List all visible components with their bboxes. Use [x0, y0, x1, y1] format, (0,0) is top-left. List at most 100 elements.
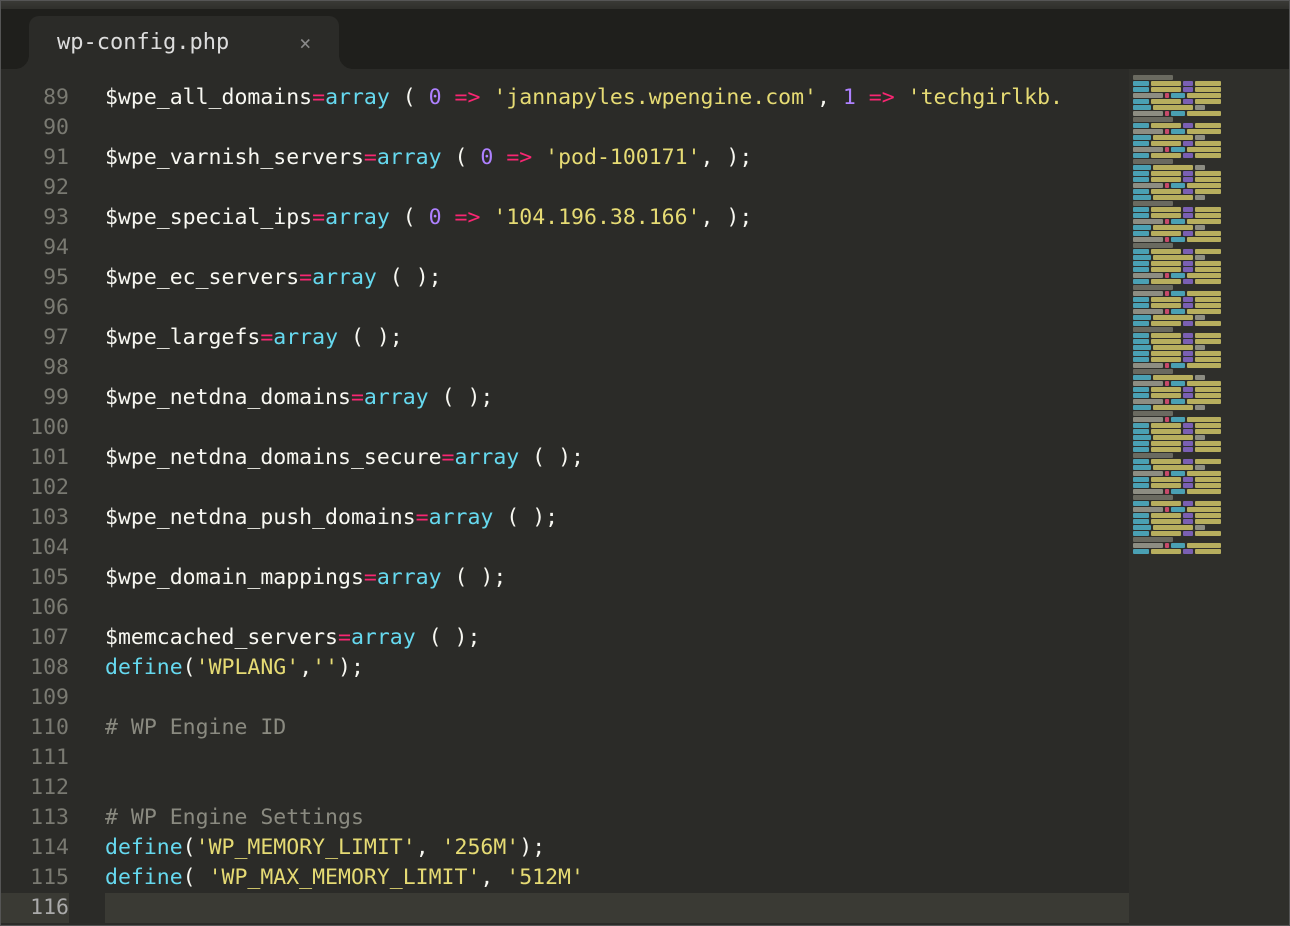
- minimap-row: [1133, 105, 1285, 110]
- minimap-row: [1133, 375, 1285, 380]
- minimap-row: [1133, 201, 1285, 206]
- minimap-row: [1133, 267, 1285, 272]
- line-number: 110: [1, 713, 69, 743]
- line-number-gutter: 8990919293949596979899100101102103104105…: [1, 83, 83, 925]
- minimap-row: [1133, 327, 1285, 332]
- minimap-row: [1133, 339, 1285, 344]
- code-line[interactable]: [105, 773, 1129, 803]
- minimap-row: [1133, 459, 1285, 464]
- minimap-row: [1133, 189, 1285, 194]
- minimap-row: [1133, 513, 1285, 518]
- minimap-row: [1133, 297, 1285, 302]
- code-line[interactable]: [105, 293, 1129, 323]
- minimap-row: [1133, 75, 1285, 80]
- code-line[interactable]: $wpe_netdna_domains=array ( );: [105, 383, 1129, 413]
- code-line[interactable]: [105, 353, 1129, 383]
- minimap-row: [1133, 303, 1285, 308]
- code-line[interactable]: [105, 473, 1129, 503]
- minimap-row: [1133, 321, 1285, 326]
- code-line[interactable]: [105, 743, 1129, 773]
- code-line[interactable]: define('WP_MEMORY_LIMIT', '256M');: [105, 833, 1129, 863]
- line-number: 114: [1, 833, 69, 863]
- code-line[interactable]: [105, 173, 1129, 203]
- minimap-row: [1133, 243, 1285, 248]
- code-line[interactable]: [105, 113, 1129, 143]
- file-tab[interactable]: wp-config.php ×: [29, 16, 339, 69]
- minimap-row: [1133, 447, 1285, 452]
- minimap-row: [1133, 477, 1285, 482]
- code-line[interactable]: [105, 413, 1129, 443]
- minimap-row: [1133, 141, 1285, 146]
- line-number: 95: [1, 263, 69, 293]
- code-line[interactable]: $wpe_ec_servers=array ( );: [105, 263, 1129, 293]
- minimap-row: [1133, 345, 1285, 350]
- minimap-row: [1133, 453, 1285, 458]
- window-titlebar: [1, 1, 1289, 9]
- line-number: 97: [1, 323, 69, 353]
- code-line[interactable]: $wpe_varnish_servers=array ( 0 => 'pod-1…: [105, 143, 1129, 173]
- close-icon[interactable]: ×: [299, 31, 311, 55]
- code-line[interactable]: [105, 893, 1129, 923]
- minimap-row: [1133, 315, 1285, 320]
- minimap-row: [1133, 255, 1285, 260]
- code-line[interactable]: $wpe_special_ips=array ( 0 => '104.196.3…: [105, 203, 1129, 233]
- code-line[interactable]: [105, 593, 1129, 623]
- code-line[interactable]: define( 'WP_MAX_MEMORY_LIMIT', '512M': [105, 863, 1129, 893]
- minimap-row: [1133, 405, 1285, 410]
- minimap-row: [1133, 285, 1285, 290]
- code-editor[interactable]: 8990919293949596979899100101102103104105…: [1, 69, 1129, 925]
- minimap-row: [1133, 441, 1285, 446]
- code-line[interactable]: [105, 533, 1129, 563]
- tab-title: wp-config.php: [57, 30, 229, 55]
- minimap-row: [1133, 135, 1285, 140]
- code-area[interactable]: $wpe_all_domains=array ( 0 => 'jannapyle…: [83, 83, 1129, 925]
- minimap-row: [1133, 249, 1285, 254]
- tab-bar: wp-config.php ×: [1, 9, 1289, 69]
- minimap-row: [1133, 483, 1285, 488]
- minimap-row: [1133, 357, 1285, 362]
- minimap-row: [1133, 489, 1285, 494]
- minimap-row: [1133, 279, 1285, 284]
- minimap-row: [1133, 237, 1285, 242]
- code-line[interactable]: # WP Engine ID: [105, 713, 1129, 743]
- line-number: 96: [1, 293, 69, 323]
- minimap-row: [1133, 261, 1285, 266]
- minimap-row: [1133, 171, 1285, 176]
- minimap-row: [1133, 111, 1285, 116]
- code-line[interactable]: $wpe_netdna_domains_secure=array ( );: [105, 443, 1129, 473]
- minimap-row: [1133, 213, 1285, 218]
- code-line[interactable]: $wpe_largefs=array ( );: [105, 323, 1129, 353]
- line-number: 99: [1, 383, 69, 413]
- code-line[interactable]: $wpe_domain_mappings=array ( );: [105, 563, 1129, 593]
- minimap-row: [1133, 183, 1285, 188]
- minimap-row: [1133, 417, 1285, 422]
- line-number: 100: [1, 413, 69, 443]
- code-line[interactable]: # WP Engine Settings: [105, 803, 1129, 833]
- minimap-row: [1133, 501, 1285, 506]
- code-line[interactable]: $wpe_netdna_push_domains=array ( );: [105, 503, 1129, 533]
- minimap-row: [1133, 291, 1285, 296]
- minimap-row: [1133, 393, 1285, 398]
- minimap-row: [1133, 531, 1285, 536]
- minimap[interactable]: [1129, 69, 1289, 925]
- minimap-row: [1133, 399, 1285, 404]
- code-line[interactable]: $wpe_all_domains=array ( 0 => 'jannapyle…: [105, 83, 1129, 113]
- minimap-row: [1133, 369, 1285, 374]
- code-line[interactable]: [105, 683, 1129, 713]
- minimap-row: [1133, 363, 1285, 368]
- minimap-row: [1133, 195, 1285, 200]
- minimap-row: [1133, 519, 1285, 524]
- line-number: 89: [1, 83, 69, 113]
- code-line[interactable]: define('WPLANG','');: [105, 653, 1129, 683]
- minimap-row: [1133, 99, 1285, 104]
- minimap-row: [1133, 537, 1285, 542]
- minimap-row: [1133, 87, 1285, 92]
- code-line[interactable]: $memcached_servers=array ( );: [105, 623, 1129, 653]
- line-number: 103: [1, 503, 69, 533]
- code-line[interactable]: [105, 233, 1129, 263]
- line-number: 90: [1, 113, 69, 143]
- line-number: 106: [1, 593, 69, 623]
- minimap-row: [1133, 549, 1285, 554]
- minimap-row: [1133, 471, 1285, 476]
- line-number: 112: [1, 773, 69, 803]
